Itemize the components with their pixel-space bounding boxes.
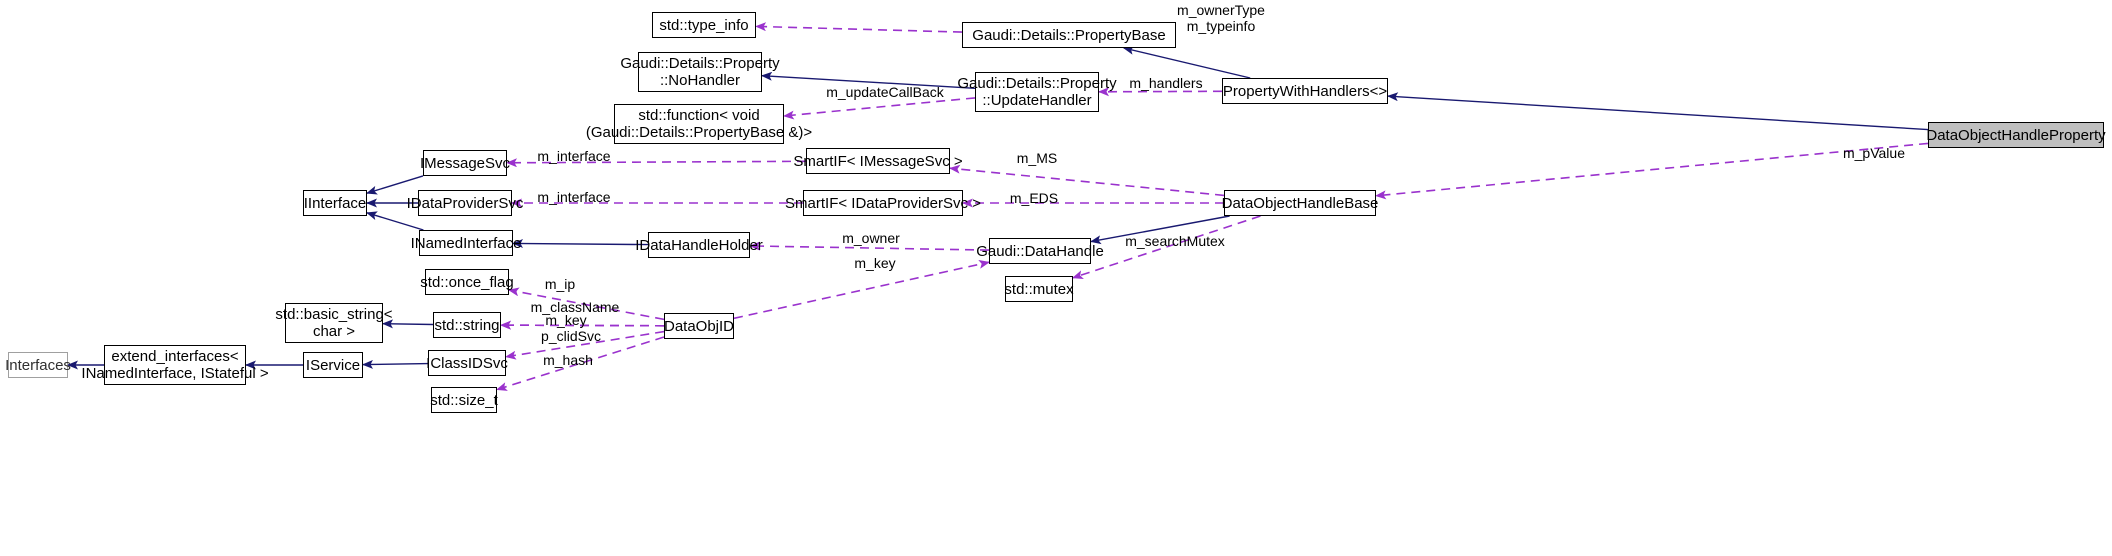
class-node-propertybase[interactable]: Gaudi::Details::PropertyBase [962, 22, 1176, 48]
class-node-interfaces[interactable]: Interfaces [5, 352, 71, 378]
class-node-inamedinterface[interactable]: INamedInterface [411, 230, 521, 256]
edge-label-l_interface_1: m_interface [537, 148, 611, 164]
class-node-nohandler[interactable]: Gaudi::Details::Property ::NoHandler [620, 52, 780, 92]
class-node-iclassidsvc[interactable]: IClassIDSvc [426, 350, 508, 376]
edge-label-l_key_1: m_key [545, 312, 587, 328]
edge-label-l_owner: m_owner [842, 230, 900, 246]
class-node-propwithhandlers[interactable]: PropertyWithHandlers<> [1222, 78, 1388, 104]
edge-label-l_ms: m_MS [1016, 150, 1058, 166]
class-node-idatahandleholder[interactable]: IDataHandleHolder [635, 232, 763, 258]
class-node-dohproperty[interactable]: DataObjectHandleProperty [1926, 122, 2106, 148]
edge-e_pwh_updatehandler [1098, 87, 1223, 97]
class-node-extend_interfaces[interactable]: extend_interfaces< INamedInterface, ISta… [81, 345, 269, 385]
class-node-gaudidatahandle[interactable]: Gaudi::DataHandle [976, 238, 1104, 264]
edge-label-l_eds: m_EDS [1009, 190, 1059, 206]
edge-e_ims_iinterface [366, 175, 424, 195]
class-node-imessagesvc[interactable]: IMessageSvc [420, 150, 510, 176]
edge-label-l_clidsvc: p_clidSvc [541, 328, 601, 344]
class-node-idataprovidersvc[interactable]: IDataProviderSvc [407, 190, 523, 216]
edge-label-l_pvalue: m_pValue [1842, 145, 1905, 161]
edge-label-l_hash: m_hash [543, 352, 593, 368]
class-node-smartif_ims[interactable]: SmartIF< IMessageSvc > [793, 148, 963, 174]
edge-label-l_handlers: m_handlers [1129, 75, 1203, 91]
edge-label-l_key_2: m_key [854, 255, 896, 271]
edge-label-l_ip: m_ip [544, 276, 576, 292]
collaboration-diagram: std::type_info Gaudi::Details::PropertyBa… [0, 0, 2112, 556]
edge-e_updh_stdfunction [783, 97, 976, 120]
edge-label-l_searchmutex: m_searchMutex [1125, 233, 1225, 249]
edge-label-l_updatecallback: m_updateCallBack [826, 84, 944, 100]
class-node-onceflag[interactable]: std::once_flag [420, 269, 514, 295]
edge-label-l_ownertype: m_ownerType m_typeinfo [1177, 2, 1265, 34]
class-node-stdfunction[interactable]: std::function< void (Gaudi::Details::Pro… [586, 104, 812, 144]
class-node-type_info[interactable]: std::type_info [652, 12, 756, 38]
class-node-iinterface[interactable]: IInterface [303, 190, 367, 216]
edge-e_dohp_pwh [1387, 92, 1929, 131]
class-node-stdmutex[interactable]: std::mutex [1004, 276, 1074, 302]
edge-e_iclassidsvc_iservice [362, 359, 429, 369]
class-node-updatehandler[interactable]: Gaudi::Details::Property ::UpdateHandler [957, 72, 1117, 112]
edge-e_ini_iinterface [366, 211, 424, 231]
class-node-dohbase[interactable]: DataObjectHandleBase [1222, 190, 1378, 216]
edge-label-l_interface_2: m_interface [537, 189, 611, 205]
class-node-size_t[interactable]: std::size_t [430, 387, 498, 413]
class-node-dataobjid[interactable]: DataObjID [664, 313, 734, 339]
class-node-iservice[interactable]: IService [303, 352, 363, 378]
edge-e_idhh_ini [512, 238, 649, 248]
edge-e_dohbase_smartifims [949, 164, 1225, 197]
edge-e_gdh_idhh [749, 241, 990, 251]
class-node-stdstring[interactable]: std::string [433, 312, 501, 338]
class-node-smartif_idps[interactable]: SmartIF< IDataProviderSvc > [785, 190, 981, 216]
edge-e_pwh_propbase [1122, 45, 1251, 79]
edge-e_propbase_typeinfo [755, 22, 963, 33]
class-node-basic_string[interactable]: std::basic_string< char > [275, 303, 393, 343]
